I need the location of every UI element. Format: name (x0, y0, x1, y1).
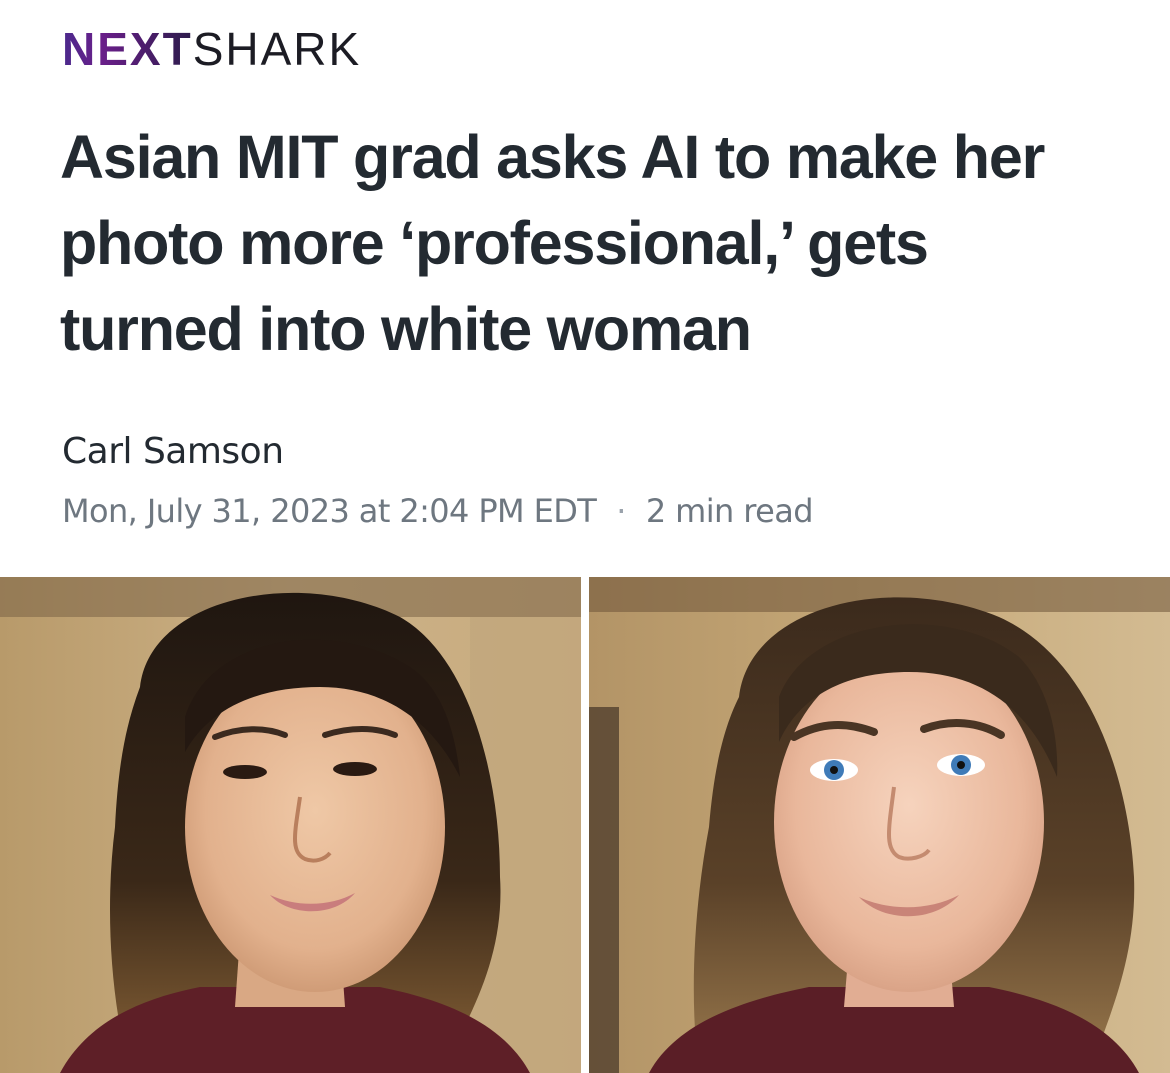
portrait-original-image (0, 577, 581, 1073)
article-headline: Asian MIT grad asks AI to make her photo… (60, 123, 1045, 363)
logo-wordmark-regular: SHARK (192, 23, 362, 75)
article-hero-images (0, 577, 1170, 1073)
article-meta: Mon, July 31, 2023 at 2:04 PM EDT · 2 min … (62, 488, 814, 534)
publish-date: Mon, July 31, 2023 at 2:04 PM EDT (62, 492, 597, 530)
read-time: 2 min read (645, 492, 814, 530)
portrait-ai-edited-photo[interactable] (589, 577, 1170, 1073)
logo-wordmark-bold: NEXT (62, 23, 193, 75)
portrait-original-photo[interactable] (0, 577, 581, 1073)
nextshark-logo[interactable]: NEXTSHARK (62, 24, 361, 74)
site-header: NEXTSHARK (62, 24, 361, 74)
author-name[interactable]: Carl Samson (62, 428, 284, 476)
portrait-ai-edited-image (589, 577, 1170, 1073)
meta-separator: · (616, 492, 626, 530)
